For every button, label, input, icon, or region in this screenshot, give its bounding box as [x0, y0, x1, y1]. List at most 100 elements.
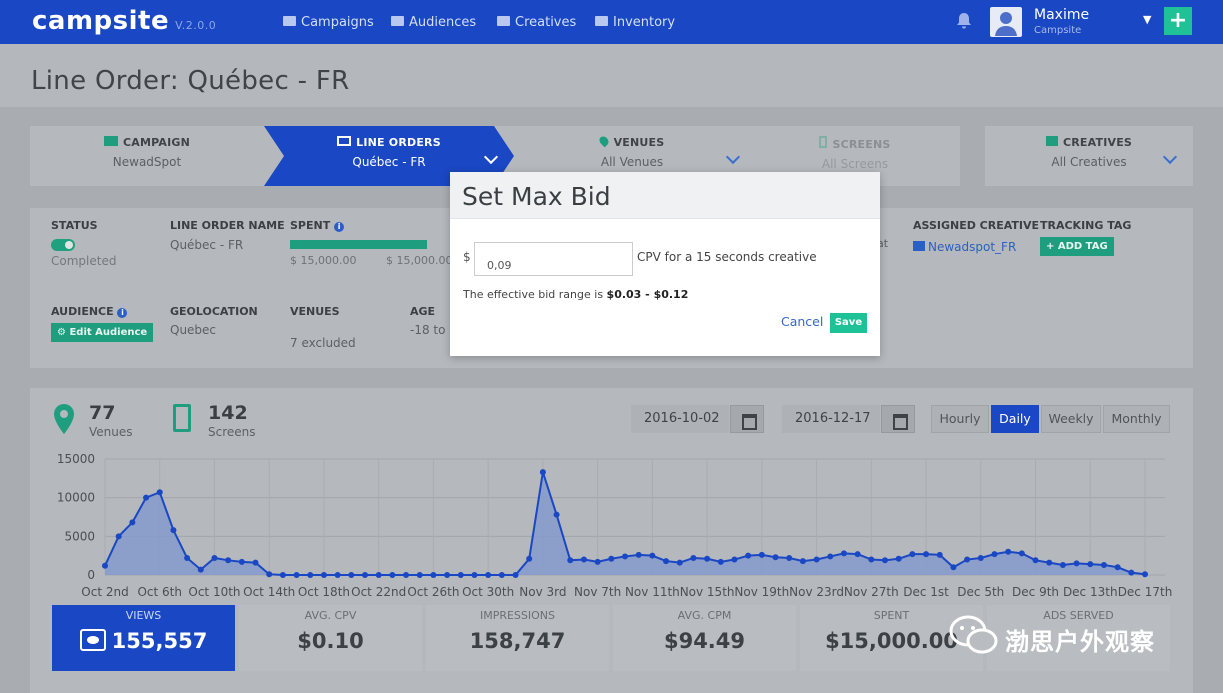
x-tick-label: Nov 11th	[625, 585, 680, 599]
x-tick-label: Dec 13th	[1063, 585, 1118, 599]
stat-impressions-title: IMPRESSIONS	[479, 609, 556, 622]
data-point	[649, 552, 656, 559]
data-point	[238, 558, 245, 565]
data-point	[1018, 550, 1025, 557]
data-point	[266, 571, 273, 578]
data-point	[580, 556, 587, 563]
data-point	[1059, 561, 1066, 568]
data-point	[252, 559, 259, 566]
stat-views-value: 155,557	[111, 629, 208, 653]
data-point	[594, 558, 601, 565]
data-point	[690, 554, 697, 561]
data-point	[964, 556, 971, 563]
data-point	[635, 551, 642, 558]
data-point	[403, 572, 410, 578]
stat-impressions-value: 158,747	[469, 629, 566, 653]
y-tick-label: 10000	[57, 491, 95, 505]
x-tick-label: Nov 7th	[574, 585, 621, 599]
data-point	[512, 572, 519, 578]
stat-avg-cpm-title: AVG. CPM	[677, 609, 732, 622]
data-point	[362, 572, 368, 578]
data-point	[444, 572, 451, 578]
bid-range-label: The effective bid range is	[463, 288, 604, 301]
data-point	[1087, 561, 1094, 568]
x-tick-label: Oct 26th	[407, 585, 459, 599]
data-point	[348, 572, 355, 578]
x-tick-label: Oct 18th	[298, 585, 350, 599]
currency-symbol: $	[463, 250, 471, 264]
modal-title: Set Max Bid	[462, 182, 611, 211]
data-point	[717, 558, 724, 565]
cancel-button[interactable]: Cancel	[781, 314, 823, 329]
x-tick-label: Dec 9th	[1012, 585, 1059, 599]
x-tick-label: Nov 27th	[844, 585, 899, 599]
max-bid-input[interactable]	[474, 242, 633, 276]
data-point	[936, 551, 943, 558]
stat-views[interactable]: VIEWS 155,557	[52, 605, 235, 671]
y-tick-label: 0	[87, 568, 95, 582]
data-point	[608, 555, 615, 562]
data-point	[156, 489, 163, 496]
data-point	[526, 555, 533, 562]
set-max-bid-modal: Set Max Bid $ CPV for a 15 seconds creat…	[450, 172, 880, 356]
data-point	[923, 551, 930, 558]
eye-icon	[79, 629, 106, 651]
stat-avg-cpv-title: AVG. CPV	[304, 609, 357, 622]
data-point	[799, 558, 806, 565]
x-tick-label: Dec 1st	[903, 585, 949, 599]
stat-avg-cpv-value: $0.10	[297, 629, 364, 653]
data-point	[895, 555, 902, 562]
data-point	[498, 572, 505, 578]
data-point	[663, 558, 670, 565]
data-point	[758, 551, 765, 558]
data-point	[471, 572, 478, 578]
data-point	[1046, 559, 1053, 566]
data-point	[102, 562, 108, 569]
data-point	[143, 494, 150, 501]
data-point	[622, 553, 628, 560]
data-point	[416, 572, 423, 578]
data-point	[1073, 560, 1080, 567]
data-point	[1114, 564, 1121, 571]
data-point	[813, 556, 820, 563]
data-point	[1142, 571, 1148, 578]
data-point	[1100, 561, 1107, 568]
data-point	[1005, 548, 1012, 555]
save-button[interactable]: Save	[830, 313, 867, 333]
data-point	[539, 469, 546, 476]
data-point	[293, 572, 300, 578]
data-point	[1032, 557, 1039, 564]
data-point	[389, 572, 396, 578]
stat-impressions[interactable]: IMPRESSIONS 158,747	[426, 605, 609, 671]
x-tick-label: Oct 30th	[462, 585, 514, 599]
data-point	[307, 572, 314, 578]
data-point	[430, 572, 437, 578]
stat-views-value-row: 155,557	[52, 629, 235, 653]
stat-avg-cpm[interactable]: AVG. CPM $94.49	[613, 605, 796, 671]
stat-avg-cpv[interactable]: AVG. CPV $0.10	[239, 605, 422, 671]
data-point	[225, 557, 232, 564]
x-tick-label: Nov 23rd	[789, 585, 844, 599]
x-tick-label: Oct 22nd	[351, 585, 406, 599]
x-tick-label: Nov 3rd	[519, 585, 566, 599]
data-point	[129, 519, 136, 526]
data-point	[745, 552, 752, 559]
data-point	[827, 553, 834, 560]
data-point	[320, 572, 327, 578]
data-point	[375, 572, 382, 578]
x-tick-label: Dec 5th	[957, 585, 1004, 599]
x-tick-label: Oct 10th	[188, 585, 240, 599]
data-point	[567, 557, 574, 564]
data-point	[772, 554, 779, 561]
data-point	[197, 566, 204, 573]
data-point	[854, 551, 861, 558]
data-point	[457, 572, 464, 578]
y-tick-label: 5000	[64, 529, 95, 543]
data-point	[950, 564, 957, 571]
bid-range-value: $0.03 - $0.12	[606, 288, 689, 301]
data-point	[991, 551, 998, 558]
bid-range-text: The effective bid range is $0.03 - $0.12	[463, 288, 688, 301]
stat-avg-cpm-value: $94.49	[663, 629, 746, 653]
data-point	[170, 527, 177, 534]
data-point	[882, 557, 888, 564]
